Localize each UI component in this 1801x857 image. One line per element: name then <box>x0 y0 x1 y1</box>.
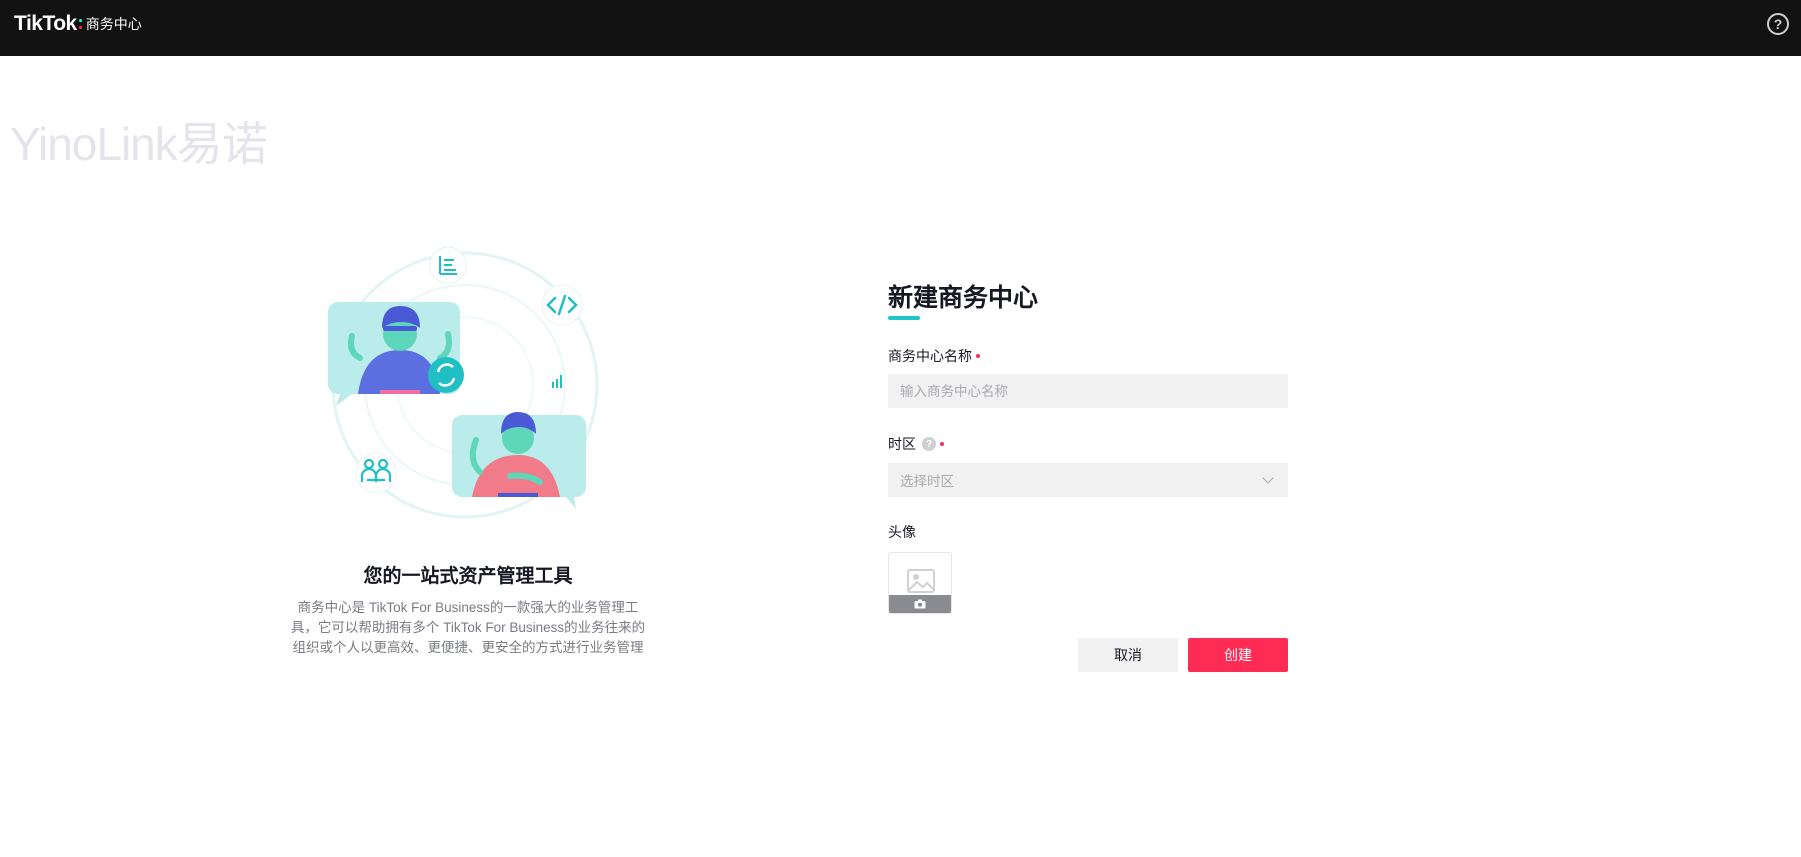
top-navigation-bar: TikTok 商务中心 ? <box>0 0 1801 56</box>
timezone-label: 时区 ? <box>888 434 944 454</box>
chevron-down-icon <box>1262 472 1274 484</box>
avatar-label: 头像 <box>888 522 916 542</box>
intro-title: 您的一站式资产管理工具 <box>363 566 573 587</box>
timezone-select[interactable]: 选择时区 <box>888 463 1288 497</box>
camera-icon <box>914 599 926 609</box>
required-indicator <box>976 354 980 358</box>
help-circle-icon[interactable]: ? <box>922 437 936 451</box>
help-glyph: ? <box>1773 16 1783 32</box>
timezone-select-placeholder: 选择时区 <box>900 474 954 489</box>
business-center-name-label-text: 商务中心名称 <box>888 348 972 364</box>
create-button[interactable]: 创建 <box>1188 638 1288 672</box>
product-name: 商务中心 <box>85 16 142 32</box>
required-indicator <box>940 442 944 446</box>
question-circle-icon[interactable]: ? <box>1767 13 1789 35</box>
intro-description: 商务中心是 TikTok For Business的一款强大的业务管理工具，它可… <box>290 600 646 655</box>
business-illustration <box>320 240 610 530</box>
timezone-label-text: 时区 <box>888 436 916 452</box>
watermark: YinoLink易诺 <box>10 118 268 170</box>
people-orbit-illustration <box>328 246 599 519</box>
brand-separator <box>78 15 82 33</box>
business-center-name-label: 商务中心名称 <box>888 346 980 366</box>
cancel-button[interactable]: 取消 <box>1078 638 1178 672</box>
avatar-upload[interactable] <box>888 552 952 614</box>
business-center-name-input[interactable] <box>888 374 1288 408</box>
tiktok-logo: TikTok <box>14 12 77 35</box>
image-placeholder-icon <box>907 569 935 593</box>
form-title: 新建商务中心 <box>888 284 1039 312</box>
avatar-label-text: 头像 <box>888 524 916 540</box>
title-underline <box>888 316 920 320</box>
brand[interactable]: TikTok 商务中心 <box>14 12 142 35</box>
camera-upload-bar[interactable] <box>889 595 951 613</box>
